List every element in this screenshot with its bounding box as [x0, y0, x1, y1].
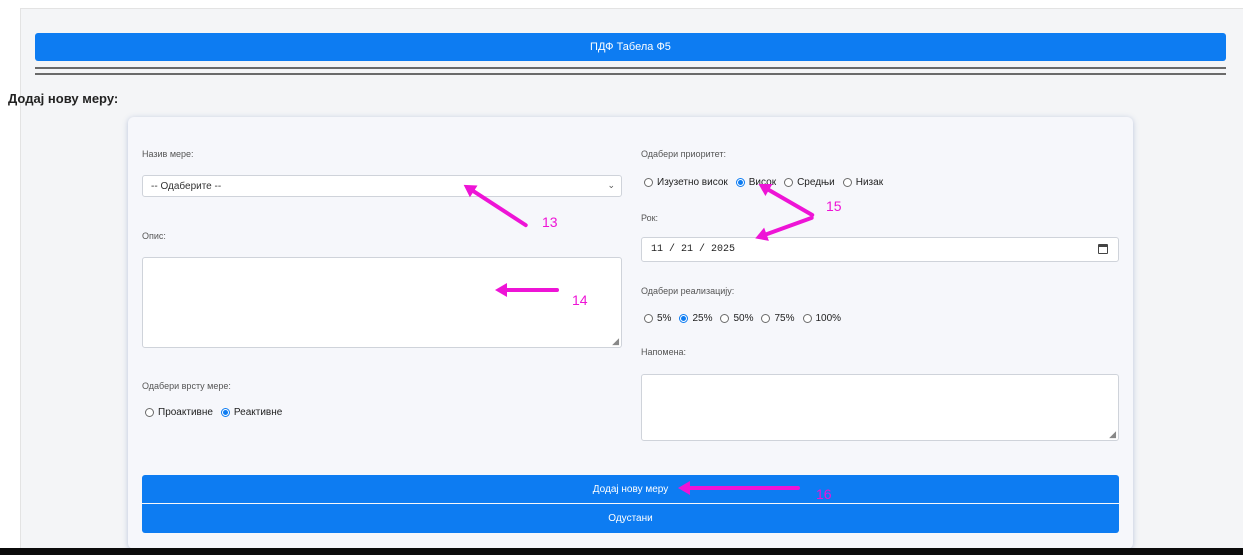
priority-label: Одабери приоритет: — [641, 149, 726, 159]
resize-grip-icon[interactable]: ◢ — [1109, 430, 1116, 439]
calendar-icon[interactable] — [1098, 244, 1108, 254]
radio-circle-checked-icon[interactable] — [679, 314, 689, 323]
radio-circle-icon[interactable] — [761, 314, 771, 323]
radio-circle-icon[interactable] — [802, 314, 812, 323]
radio-circle-icon[interactable] — [842, 178, 852, 187]
radio-circle-icon[interactable] — [644, 178, 653, 187]
add-measure-form: Назив мере: -- Одаберите -- ⌄ Опис: ◢ Од… — [128, 117, 1133, 549]
annotation-label-14: 14 — [572, 292, 588, 308]
deadline-value: 11 / 21 / 2025 — [651, 244, 736, 255]
description-textarea[interactable]: ◢ — [142, 257, 622, 348]
chevron-down-icon: ⌄ — [607, 180, 615, 190]
radio-realization-50[interactable]: 50% — [720, 313, 753, 324]
realization-label: Одабери реализацију: — [641, 286, 735, 296]
pdf-table-button[interactable]: ПДФ Табела Ф5 — [35, 33, 1226, 61]
resize-grip-icon[interactable]: ◢ — [612, 337, 619, 346]
radio-circle-checked-icon[interactable] — [220, 408, 230, 417]
radio-circle-icon[interactable] — [644, 314, 653, 323]
realization-radio-group: 5% 25% 50% 75% 100% — [644, 313, 849, 324]
annotation-label-16: 16 — [816, 486, 832, 502]
measure-name-selected: -- Одаберите -- — [151, 180, 222, 192]
measure-name-select[interactable]: -- Одаберите -- ⌄ — [142, 175, 622, 197]
radio-priority-very-high[interactable]: Изузетно висок — [644, 177, 728, 188]
radio-realization-25[interactable]: 25% — [679, 313, 712, 324]
section-title: Додај нову меру: — [8, 91, 119, 106]
radio-circle-checked-icon[interactable] — [735, 178, 745, 187]
radio-proactive[interactable]: Проактивне — [145, 407, 213, 418]
radio-reactive[interactable]: Реактивне — [220, 407, 282, 418]
annotation-arrow-14 — [495, 283, 559, 297]
radio-circle-icon[interactable] — [720, 314, 730, 323]
divider — [35, 73, 1226, 75]
deadline-label: Рок: — [641, 213, 659, 223]
measure-type-label: Одабери врсту мере: — [142, 381, 231, 391]
radio-priority-medium[interactable]: Средњи — [784, 177, 835, 188]
bottom-bar — [0, 548, 1243, 555]
page-container: ПДФ Табела Ф5 Додај нову меру: Назив мер… — [8, 8, 1243, 549]
deadline-date-input[interactable]: 11 / 21 / 2025 — [641, 237, 1119, 262]
radio-priority-low[interactable]: Низак — [842, 177, 883, 188]
cancel-button[interactable]: Одустани — [142, 504, 1119, 533]
description-label: Опис: — [142, 231, 166, 241]
annotation-label-13: 13 — [542, 214, 558, 230]
divider — [35, 67, 1226, 69]
note-label: Напомена: — [641, 347, 687, 357]
radio-circle-icon[interactable] — [145, 408, 154, 417]
measure-name-label: Назив мере: — [142, 149, 194, 159]
radio-realization-100[interactable]: 100% — [802, 313, 841, 324]
radio-circle-icon[interactable] — [784, 178, 794, 187]
annotation-label-15: 15 — [826, 198, 842, 214]
annotation-arrow-16 — [678, 481, 800, 495]
measure-type-radio-group: Проактивне Реактивне — [145, 407, 290, 418]
add-measure-button[interactable]: Додај нову меру — [142, 475, 1119, 503]
radio-realization-5[interactable]: 5% — [644, 313, 671, 324]
note-textarea[interactable]: ◢ — [641, 374, 1119, 441]
radio-realization-75[interactable]: 75% — [761, 313, 795, 324]
